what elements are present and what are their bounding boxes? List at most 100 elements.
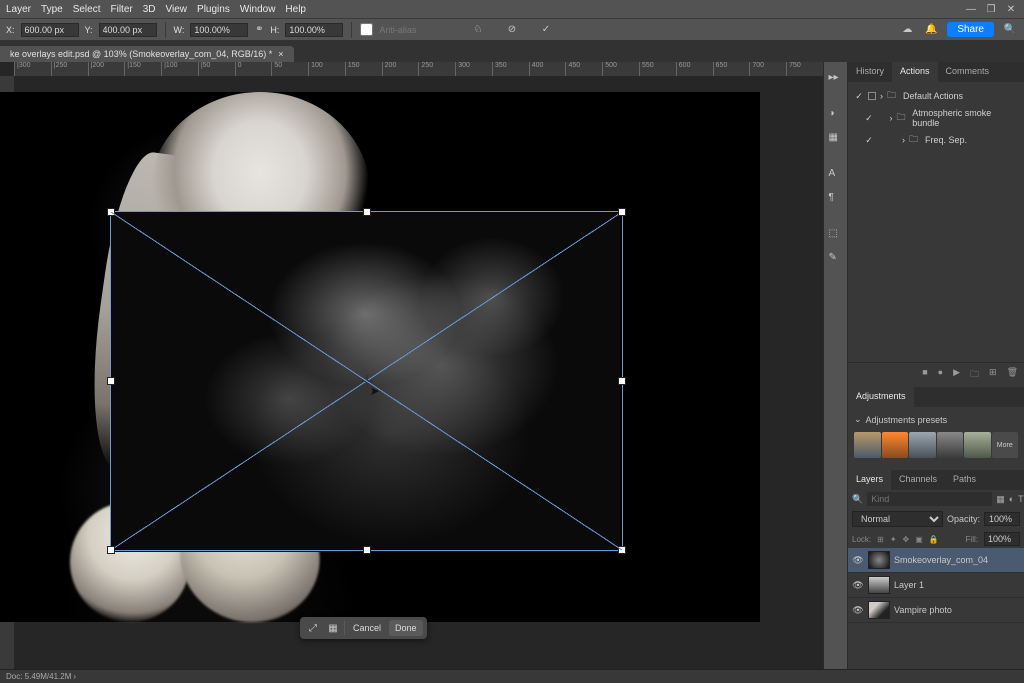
chevron-right-icon[interactable]: › bbox=[902, 135, 905, 145]
comments-tab[interactable]: Comments bbox=[938, 62, 998, 82]
libraries-panel-icon[interactable]: ⬚ bbox=[829, 228, 843, 242]
window-minimize-icon[interactable]: — bbox=[964, 3, 978, 15]
transform-handle-tr[interactable] bbox=[618, 208, 626, 216]
menu-view[interactable]: View bbox=[166, 4, 188, 15]
character-panel-icon[interactable]: A bbox=[829, 168, 843, 182]
canvas-area[interactable]: |300|250|200|150|100|5005010015020025030… bbox=[0, 62, 823, 669]
antialias-checkbox[interactable] bbox=[360, 23, 373, 36]
actions-tab[interactable]: Actions bbox=[892, 62, 938, 82]
preset-more-button[interactable]: More bbox=[992, 432, 1019, 458]
cancel-transform-icon[interactable]: ⊘ bbox=[504, 22, 520, 38]
layer-row[interactable]: 👁 Layer 1 bbox=[848, 573, 1024, 598]
transform-center-icon[interactable] bbox=[361, 375, 373, 387]
commit-transform-icon[interactable]: ✓ bbox=[538, 22, 554, 38]
chevron-right-icon[interactable]: › bbox=[880, 91, 883, 101]
y-input[interactable] bbox=[99, 23, 157, 37]
paths-tab[interactable]: Paths bbox=[945, 470, 984, 490]
window-close-icon[interactable]: ✕ bbox=[1004, 3, 1018, 15]
menu-3d[interactable]: 3D bbox=[143, 4, 156, 15]
history-tab[interactable]: History bbox=[848, 62, 892, 82]
action-row[interactable]: ✓ › 🗀 Freq. Sep. bbox=[854, 130, 1018, 150]
transform-handle-bl[interactable] bbox=[107, 546, 115, 554]
menu-plugins[interactable]: Plugins bbox=[197, 4, 230, 15]
filter-adjust-icon[interactable]: ◐ bbox=[1009, 492, 1014, 506]
preset-thumb[interactable] bbox=[964, 432, 991, 458]
preset-thumb[interactable] bbox=[882, 432, 909, 458]
cancel-button[interactable]: Cancel bbox=[347, 620, 387, 636]
visibility-icon[interactable]: 👁 bbox=[852, 580, 864, 591]
x-input[interactable] bbox=[21, 23, 79, 37]
preset-thumb[interactable] bbox=[909, 432, 936, 458]
share-button[interactable]: Share bbox=[947, 22, 994, 37]
check-icon[interactable]: ✓ bbox=[864, 135, 874, 146]
lock-position-icon[interactable]: ✥ bbox=[903, 535, 910, 544]
transform-handle-bm[interactable] bbox=[363, 546, 371, 554]
link-wh-icon[interactable]: ⚭ bbox=[254, 24, 264, 35]
layer-thumbnail[interactable] bbox=[868, 576, 890, 594]
new-action-icon[interactable]: ⊞ bbox=[989, 367, 997, 383]
opacity-input[interactable] bbox=[984, 512, 1020, 526]
menu-type[interactable]: Type bbox=[41, 4, 63, 15]
w-input[interactable] bbox=[190, 23, 248, 37]
transform-handle-tm[interactable] bbox=[363, 208, 371, 216]
blend-mode-select[interactable]: Normal bbox=[852, 511, 943, 527]
ratio-icon[interactable]: ⤢ bbox=[304, 623, 322, 634]
filter-type-icon[interactable]: T bbox=[1018, 492, 1024, 506]
reset-transform-icon[interactable]: ♘ bbox=[470, 22, 486, 38]
chevron-right-icon[interactable]: › bbox=[73, 672, 76, 681]
check-icon[interactable]: ✓ bbox=[854, 91, 864, 102]
fill-input[interactable] bbox=[984, 532, 1020, 546]
window-restore-icon[interactable]: ❐ bbox=[984, 3, 998, 15]
transform-handle-tl[interactable] bbox=[107, 208, 115, 216]
transform-handle-mr[interactable] bbox=[618, 377, 626, 385]
action-set-row[interactable]: ✓ › 🗀 Atmospheric smoke bundle bbox=[854, 106, 1018, 130]
layers-tab[interactable]: Layers bbox=[848, 470, 891, 490]
stop-icon[interactable]: ■ bbox=[922, 367, 927, 383]
filter-kind-search-icon[interactable]: 🔍 bbox=[852, 494, 863, 505]
search-icon[interactable]: 🔍 bbox=[1002, 22, 1018, 38]
adjustments-tab[interactable]: Adjustments bbox=[848, 387, 914, 407]
transform-handle-ml[interactable] bbox=[107, 377, 115, 385]
menu-filter[interactable]: Filter bbox=[111, 4, 133, 15]
brush-panel-icon[interactable]: ✎ bbox=[829, 252, 843, 266]
menu-select[interactable]: Select bbox=[73, 4, 101, 15]
new-set-icon[interactable]: 🗀 bbox=[970, 367, 979, 383]
modal-toggle[interactable] bbox=[868, 92, 876, 100]
action-set-row[interactable]: ✓ › 🗀 Default Actions bbox=[854, 86, 1018, 106]
filter-pixel-icon[interactable]: ▦ bbox=[996, 492, 1005, 506]
menu-layer[interactable]: Layer bbox=[6, 4, 31, 15]
grid-icon[interactable]: ▦ bbox=[324, 623, 342, 634]
paragraph-panel-icon[interactable]: ¶ bbox=[829, 192, 843, 206]
swatches-panel-icon[interactable]: ▦ bbox=[829, 132, 843, 146]
done-button[interactable]: Done bbox=[389, 620, 423, 636]
play-icon[interactable]: ▶ bbox=[953, 367, 960, 383]
free-transform-box[interactable]: ➤ bbox=[110, 211, 623, 551]
channels-tab[interactable]: Channels bbox=[891, 470, 945, 490]
h-input[interactable] bbox=[285, 23, 343, 37]
menu-help[interactable]: Help bbox=[285, 4, 306, 15]
lock-icon[interactable]: 🔒 bbox=[929, 535, 939, 544]
close-tab-icon[interactable]: × bbox=[278, 49, 283, 59]
cloud-icon[interactable]: ☁ bbox=[899, 22, 915, 38]
preset-thumb[interactable] bbox=[937, 432, 964, 458]
layer-thumbnail[interactable] bbox=[868, 601, 890, 619]
trash-icon[interactable]: 🗑 bbox=[1007, 367, 1018, 383]
preset-thumb[interactable] bbox=[854, 432, 881, 458]
record-icon[interactable]: ● bbox=[938, 367, 943, 383]
panel-toggle-icon[interactable]: ▸▸ bbox=[829, 72, 843, 86]
lock-artboard-icon[interactable]: ▣ bbox=[915, 535, 923, 544]
chevron-down-icon[interactable]: ⌄ bbox=[854, 414, 862, 425]
check-icon[interactable]: ✓ bbox=[864, 113, 874, 124]
color-panel-icon[interactable]: ◑ bbox=[829, 108, 843, 122]
lock-pixels-icon[interactable]: ✦ bbox=[890, 535, 897, 544]
visibility-icon[interactable]: 👁 bbox=[852, 605, 864, 616]
menu-window[interactable]: Window bbox=[240, 4, 276, 15]
chevron-right-icon[interactable]: › bbox=[890, 113, 893, 123]
layer-row[interactable]: 👁 Vampire photo bbox=[848, 598, 1024, 623]
transform-handle-br[interactable] bbox=[618, 546, 626, 554]
layer-filter-input[interactable] bbox=[867, 492, 992, 506]
lock-all-icon[interactable]: ⊞ bbox=[877, 535, 884, 544]
layer-thumbnail[interactable] bbox=[868, 551, 890, 569]
visibility-icon[interactable]: 👁 bbox=[852, 555, 864, 566]
bell-icon[interactable]: 🔔 bbox=[923, 22, 939, 38]
